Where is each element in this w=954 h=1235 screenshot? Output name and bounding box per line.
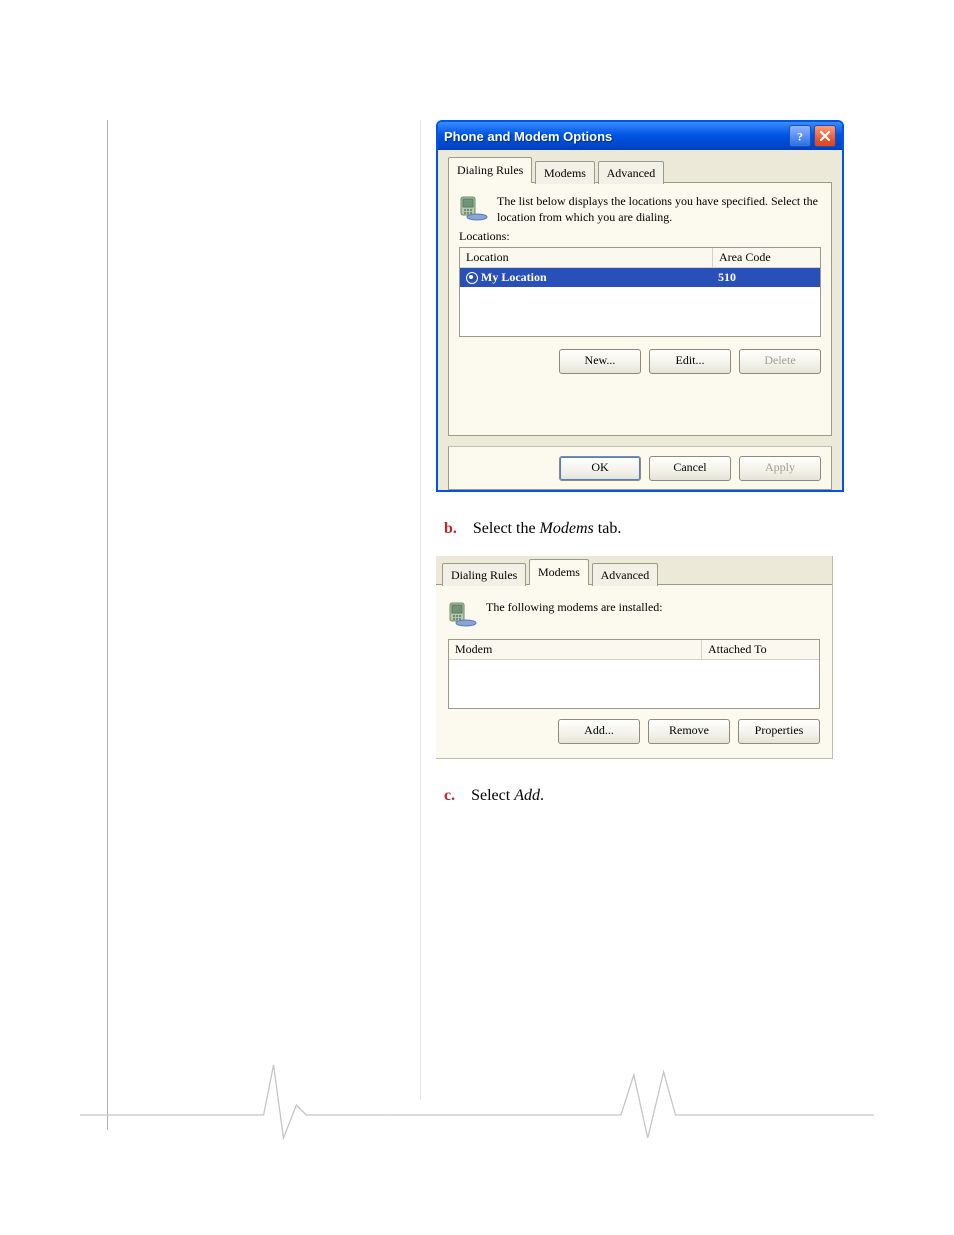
dialog-footer: OK Cancel Apply	[448, 446, 832, 490]
step-c-pre: Select	[471, 787, 514, 804]
col-modem[interactable]: Modem	[449, 640, 702, 659]
location-row-areacode: 510	[712, 268, 820, 287]
location-row-name: My Location	[481, 270, 547, 285]
phone-modem-dialog: Phone and Modem Options ? Dialing Rules …	[436, 120, 844, 492]
step-c: c. Select Add.	[444, 787, 860, 805]
step-b: b. Select the Modems tab.	[444, 520, 860, 538]
tab-dialing-rules[interactable]: Dialing Rules	[448, 157, 532, 183]
ok-button[interactable]: OK	[559, 456, 641, 481]
step-b-post: tab.	[594, 520, 622, 537]
tab-modems[interactable]: Modems	[535, 161, 595, 184]
step-b-label: b.	[444, 520, 457, 537]
step-c-em: Add	[514, 787, 540, 804]
col-location[interactable]: Location	[460, 248, 713, 267]
properties-button[interactable]: Properties	[738, 719, 820, 744]
location-icon	[459, 193, 489, 221]
new-button[interactable]: New...	[559, 349, 641, 374]
locations-label: Locations:	[459, 229, 821, 244]
radio-selected-icon	[466, 272, 478, 284]
tab-bar-2: Dialing Rules Modems Advanced	[436, 556, 832, 585]
edit-button[interactable]: Edit...	[649, 349, 731, 374]
delete-button: Delete	[739, 349, 821, 374]
modems-description: The following modems are installed:	[486, 599, 663, 615]
tab-advanced[interactable]: Advanced	[598, 161, 665, 184]
tab2-dialing-rules[interactable]: Dialing Rules	[442, 563, 526, 586]
tab-page-dialing-rules: The list below displays the locations yo…	[448, 183, 832, 436]
locations-list[interactable]: Location Area Code My Location 510	[459, 247, 821, 337]
modems-icon	[448, 599, 478, 627]
titlebar: Phone and Modem Options ?	[438, 122, 842, 150]
tab-bar: Dialing Rules Modems Advanced	[448, 156, 832, 183]
remove-button[interactable]: Remove	[648, 719, 730, 744]
step-c-post: .	[540, 787, 544, 804]
col-attached-to[interactable]: Attached To	[702, 640, 819, 659]
col-area-code[interactable]: Area Code	[713, 248, 820, 267]
location-row[interactable]: My Location 510	[460, 268, 820, 287]
step-b-em: Modems	[540, 520, 594, 537]
step-b-pre: Select the	[473, 520, 540, 537]
step-c-label: c.	[444, 787, 455, 804]
apply-button: Apply	[739, 456, 821, 481]
ecg-divider-icon	[80, 1060, 874, 1140]
close-button[interactable]	[814, 125, 836, 147]
dialog-title: Phone and Modem Options	[444, 129, 612, 144]
cancel-button[interactable]: Cancel	[649, 456, 731, 481]
svg-text:?: ?	[797, 130, 803, 142]
margin-vertical-line	[107, 120, 108, 1130]
tab2-advanced[interactable]: Advanced	[592, 563, 659, 586]
modems-list[interactable]: Modem Attached To	[448, 639, 820, 709]
tab2-modems[interactable]: Modems	[529, 559, 589, 585]
dialog-description: The list below displays the locations yo…	[497, 193, 821, 225]
add-button[interactable]: Add...	[558, 719, 640, 744]
tab-page-modems: The following modems are installed: Mode…	[436, 585, 832, 758]
help-button[interactable]: ?	[789, 125, 811, 147]
modems-tab-panel: Dialing Rules Modems Advanced The follow…	[436, 556, 833, 759]
